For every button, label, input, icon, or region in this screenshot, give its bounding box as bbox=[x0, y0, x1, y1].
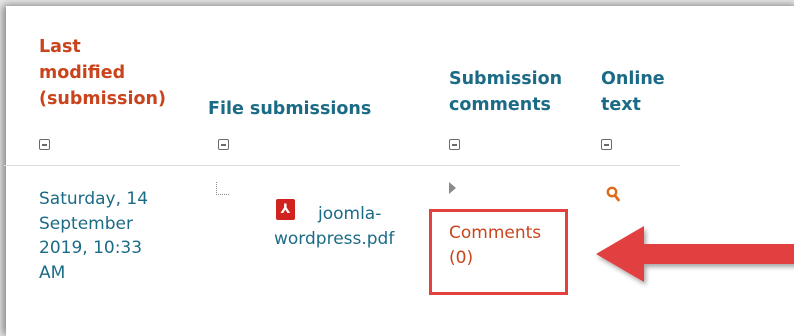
file-name-line: joomla- bbox=[318, 204, 382, 224]
file-link[interactable]: joomla- wordpress.pdf bbox=[274, 202, 414, 251]
header-submission-comments[interactable]: Submission comments bbox=[449, 66, 562, 118]
header-last-modified-line: (submission) bbox=[39, 89, 166, 109]
date-line: Saturday, 14 bbox=[39, 189, 149, 209]
header-last-modified[interactable]: Last modified (submission) bbox=[39, 34, 166, 112]
collapse-column-icon[interactable] bbox=[39, 139, 50, 150]
arrow-left-icon bbox=[596, 226, 794, 282]
collapse-column-icon[interactable] bbox=[601, 139, 612, 150]
header-submission-comments-line: Submission bbox=[449, 69, 563, 89]
highlight-box bbox=[429, 209, 568, 295]
header-file-submissions[interactable]: File submissions bbox=[208, 96, 371, 122]
file-name-line: wordpress.pdf bbox=[274, 228, 395, 249]
header-online-text-line: text bbox=[601, 95, 641, 115]
header-online-text[interactable]: Online text bbox=[601, 66, 665, 118]
header-submission-comments-line: comments bbox=[449, 95, 551, 115]
date-line: September bbox=[39, 213, 133, 234]
date-line: AM bbox=[39, 262, 66, 283]
header-last-modified-line: modified bbox=[39, 63, 126, 83]
date-line: 2019, 10:33 bbox=[39, 238, 143, 258]
header-online-text-line: Online bbox=[601, 69, 665, 89]
last-modified-value: Saturday, 14 September 2019, 10:33 AM bbox=[39, 187, 148, 285]
header-last-modified-line: Last bbox=[39, 37, 81, 57]
header-divider bbox=[4, 165, 680, 166]
triangle-right-icon[interactable] bbox=[449, 182, 456, 194]
search-icon[interactable] bbox=[606, 186, 620, 202]
tree-connector bbox=[216, 182, 229, 195]
collapse-column-icon[interactable] bbox=[449, 139, 460, 150]
collapse-column-icon[interactable] bbox=[218, 139, 229, 150]
